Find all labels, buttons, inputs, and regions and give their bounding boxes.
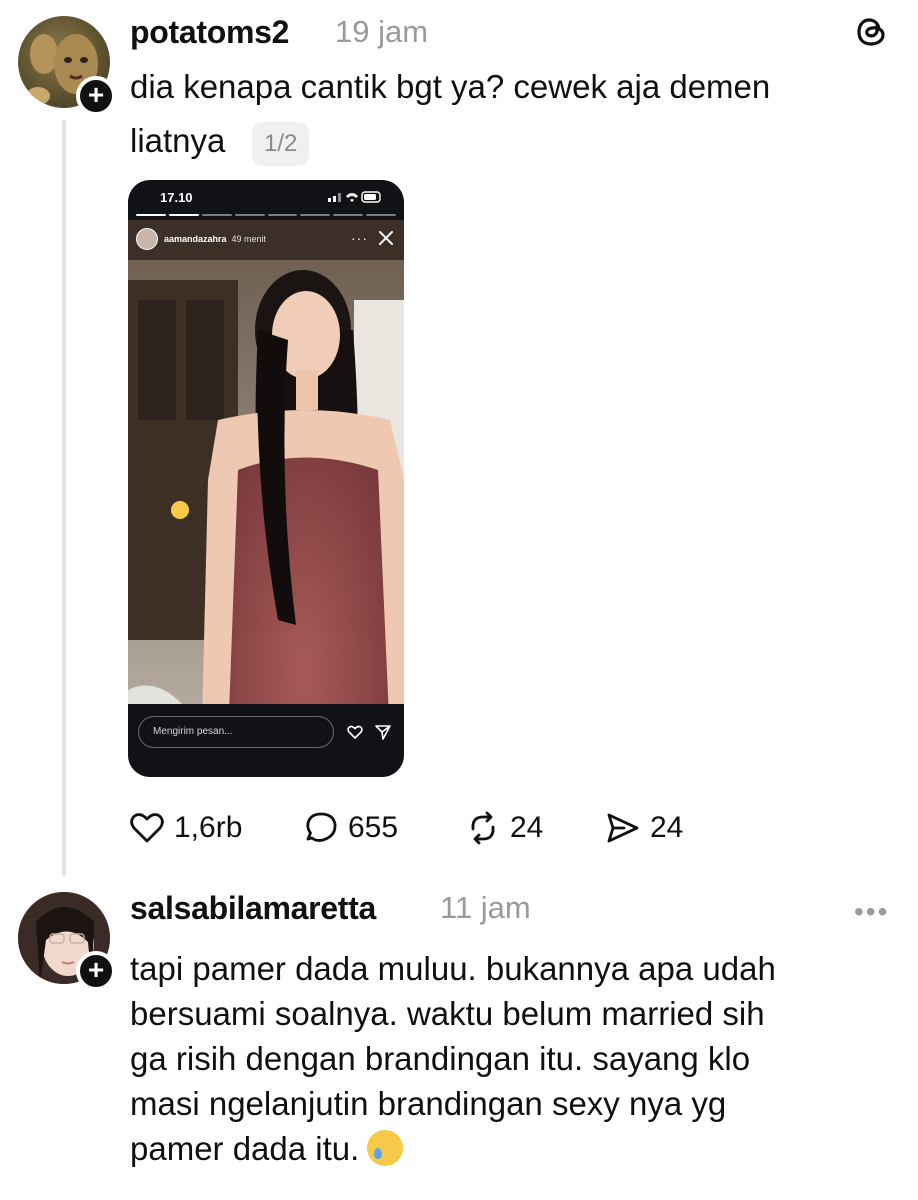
share-button[interactable]: 24 xyxy=(604,806,683,850)
story-reply-bar: Mengirim pesan... xyxy=(128,704,404,777)
story-photo-illustration xyxy=(128,220,404,777)
threads-icon[interactable] xyxy=(854,14,890,50)
story-message-input[interactable]: Mengirim pesan... xyxy=(138,716,334,748)
reply-username[interactable]: salsabilamaretta xyxy=(130,890,376,927)
reply-text: tapi pamer dada muluu. bukannya apa udah… xyxy=(130,946,890,1171)
reply-line: tapi pamer dada muluu. bukannya apa udah xyxy=(130,950,776,987)
repost-icon xyxy=(471,811,495,845)
follow-plus-button[interactable]: + xyxy=(76,951,116,991)
carousel-page-indicator: 1/2 xyxy=(252,122,310,166)
heart-icon[interactable] xyxy=(346,723,364,741)
reply-line: pamer dada itu. xyxy=(130,1130,360,1167)
story-more-icon[interactable]: ··· xyxy=(351,230,368,246)
story-avatar[interactable] xyxy=(136,228,158,250)
follow-plus-button[interactable]: + xyxy=(76,76,116,116)
story-progress-bars xyxy=(136,214,396,216)
reply-time: 11 jam xyxy=(440,890,531,925)
post-text-line-1: dia kenapa cantik bgt ya? cewek aja deme… xyxy=(130,68,771,105)
story-screenshot[interactable]: 17.10 aamandazahra 49 menit ··· Mengirim… xyxy=(128,180,404,777)
story-header: aamandazahra 49 menit xyxy=(136,228,266,250)
send-icon[interactable] xyxy=(374,723,392,741)
close-icon[interactable] xyxy=(376,228,396,248)
post-time: 19 jam xyxy=(335,14,429,49)
status-bar-icons xyxy=(328,191,381,203)
comment-icon xyxy=(306,812,337,842)
repost-count: 24 xyxy=(510,811,544,844)
story-time: 49 menit xyxy=(231,234,267,244)
post-text-line-2: liatnya xyxy=(130,122,226,159)
story-username[interactable]: aamandazahra xyxy=(164,234,227,244)
reply-last-line: pamer dada itu. xyxy=(130,1126,890,1171)
reply-count: 655 xyxy=(348,811,399,844)
like-button[interactable]: 1,6rb xyxy=(128,806,242,850)
more-icon[interactable]: ••• xyxy=(854,898,889,926)
share-count: 24 xyxy=(650,811,684,844)
post-username[interactable]: potatoms2 xyxy=(130,14,289,51)
send-icon xyxy=(607,813,639,843)
heart-icon xyxy=(130,813,164,843)
face-holding-back-tears-emoji xyxy=(367,1130,404,1166)
story-photo xyxy=(128,220,404,777)
reply-line: bersuami soalnya. waktu belum married si… xyxy=(130,995,765,1032)
reply-line: ga risih dengan brandingan itu. sayang k… xyxy=(130,1040,751,1077)
reply-line: masi ngelanjutin brandingan sexy nya yg xyxy=(130,1085,727,1122)
status-bar-time: 17.10 xyxy=(160,190,193,205)
repost-button[interactable]: 24 xyxy=(464,806,543,850)
reply-button[interactable]: 655 xyxy=(302,806,398,850)
like-count: 1,6rb xyxy=(174,811,243,844)
thread-line xyxy=(62,120,66,876)
